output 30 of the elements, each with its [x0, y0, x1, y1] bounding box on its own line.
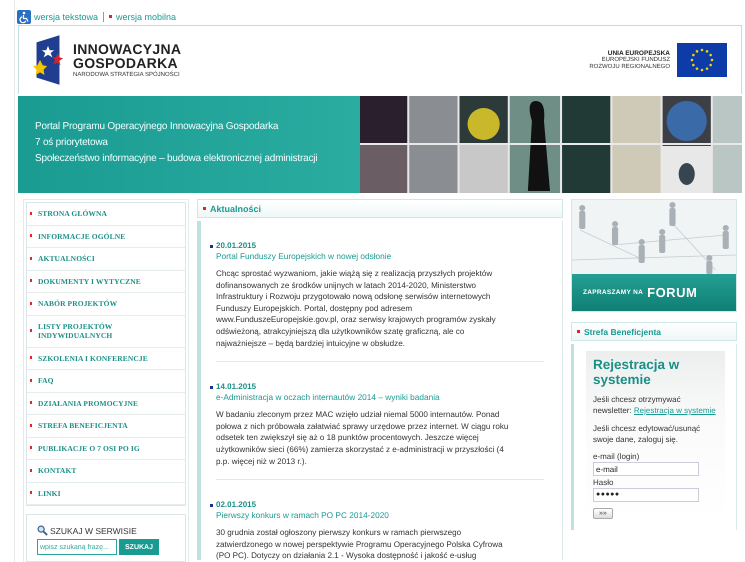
news-title-link[interactable]: Pierwszy konkurs w ramach PO PC 2014-2020 [216, 510, 544, 520]
text-version-link[interactable]: wersja tekstowa [34, 12, 98, 22]
banner-text: Społeczeństwo informacyjne – budowa elektronicznej administracji [35, 152, 318, 166]
login-text: Jeśli chcesz edytować/usunąć swoje dane, zaloguj się. [593, 423, 702, 445]
news-date: 14.01.2015 [210, 382, 256, 392]
search-icon [37, 525, 48, 536]
wheelchair-icon [17, 10, 31, 24]
news-date: 20.01.2015 [210, 241, 256, 250]
news-title-link[interactable]: Portal Funduszy Europejskich w nowej odsłonie [216, 251, 544, 261]
email-label: e-mail (login) [593, 452, 640, 461]
newsletter-text: Jeśli chcesz otrzymywać newsletter: Rejestracja w systemie [593, 394, 717, 416]
eu-flag-icon [677, 43, 727, 77]
section-title: Strefa Beneficjenta [577, 326, 661, 336]
news-text: W badaniu zleconym przez MAC wzięło udział niemal 5000 internautów. Ponad połowa z nich próbowała załatwiać sprawy urzędowe przez internet. W ciągu roku odsetek ten zwiększył się aż o 18 punktów procentowych. Jeszcze więcej użytkowników sieci (66%) zamierza skorzystać z e-administracji w przyszłości (4 p.p. więcej niż w 2013 r.). [216, 409, 510, 468]
news-title-link[interactable]: e-Administracja w oczach internautów 2014 – wyniki badania [216, 392, 544, 402]
mobile-version-link[interactable]: wersja mobilna [109, 12, 176, 22]
news-text: Chcąc sprostać wyzwaniom, jakie wiążą się z realizacją przyszłych projektów dofinansowanych ze środków unijnych w latach 2014-2020, Ministerstwo Infrastruktury i Rozwoju przygotowało nową odsłonę serwisów internetowych Funduszy Europejskich. Portal, dostępny pod adresem www.FunduszeEuropejskie.gov.pl, oraz serwisy krajowych programów zyskały odświeżoną, atrakcyjniejszą dla użytkowników szatę graficzną, ale co najważniejsze – będą bardziej intuicyjne w obsłudze. [216, 268, 497, 350]
email-field[interactable]: e-mail [593, 462, 699, 476]
registration-heading: Rejestracja w systemie [593, 357, 680, 387]
logo-title: INNOWACYJNA GOSPODARKA [73, 42, 182, 70]
logo-icon [33, 33, 63, 87]
forum-title: FORUM [647, 285, 698, 300]
news-date: 02.01.2015 [210, 500, 256, 510]
search-title: SZUKAJ W SERWISIE [50, 526, 137, 536]
banner-text: Portal Programu Operacyjnego Innowacyjna Gospodarka [35, 120, 280, 134]
news-text: 30 grudnia został ogłoszony pierwszy konkurs w ramach pierwszego zatwierdzonego w nowej perspektywie Programu Operacyjnego Polska Cyfrowa (PO PC). Dotyczy on działania 2.1 - Wysoka dostępność i jakość e-usług [216, 527, 504, 562]
registration-link[interactable]: Rejestracja w systemie [634, 406, 716, 415]
banner-text: 7 oś priorytetowa [35, 136, 109, 150]
section-title: Aktualności [203, 204, 262, 214]
password-label: Hasło [593, 478, 614, 487]
